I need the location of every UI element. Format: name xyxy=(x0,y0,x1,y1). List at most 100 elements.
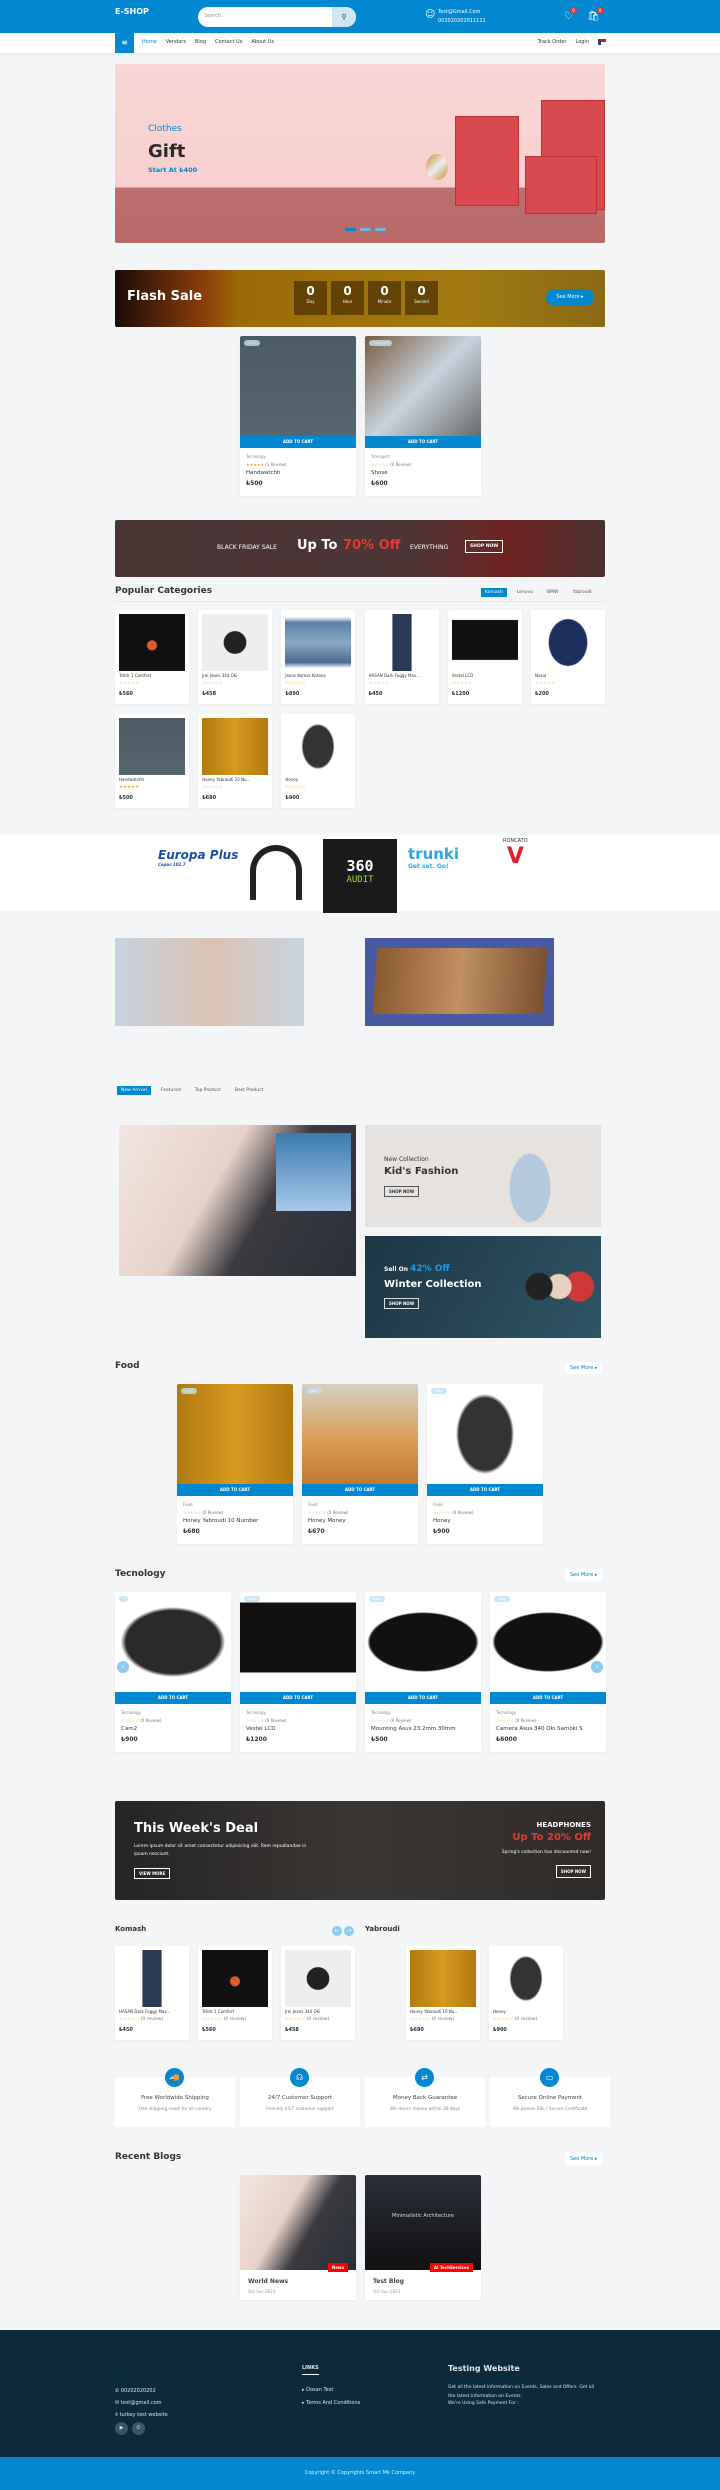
product-name[interactable]: HASAN Dark Foggy Mav... xyxy=(369,673,435,678)
product-name[interactable]: Handwatchh xyxy=(119,777,185,782)
product-card[interactable]: HASAN Dark Foggy Mav... ☆☆☆☆☆ (0 review) ₺… xyxy=(115,1946,189,2040)
tech-see-more[interactable]: See More ▸ xyxy=(565,1569,603,1581)
product-image[interactable] xyxy=(490,1592,606,1692)
footer-email[interactable]: ✉ test@gmail.com xyxy=(115,2397,168,2409)
product-image[interactable] xyxy=(365,336,481,436)
product-name[interactable]: Handwatchh xyxy=(246,470,350,476)
nav-link-blog[interactable]: Blog xyxy=(195,39,206,45)
product-name[interactable]: Nokia xyxy=(535,673,601,678)
brand-logo-360-audit[interactable]: 360 AUDIT xyxy=(323,839,397,913)
product-name[interactable]: Cam2 xyxy=(121,1726,225,1732)
add-to-cart-button[interactable]: ADD TO CART xyxy=(302,1484,418,1496)
blog-card[interactable]: Minimalistic Architecture AI TechServices… xyxy=(365,2175,481,2300)
shop-now-button[interactable]: SHOP NOW xyxy=(384,1298,420,1309)
product-image[interactable] xyxy=(202,614,269,671)
carousel-prev-icon[interactable]: ‹ xyxy=(117,1661,129,1673)
laptop-promo-image[interactable] xyxy=(119,1125,356,1276)
search-input[interactable]: Search... ⚲ xyxy=(198,7,356,27)
product-name[interactable]: HASAN Dark Foggy Mav... xyxy=(119,2009,185,2014)
product-image[interactable] xyxy=(302,1384,418,1484)
product-card[interactable]: New ADD TO CART Tecnology ☆☆☆☆☆ (0 Review) C… xyxy=(490,1592,606,1752)
product-name[interactable]: Honey Yabroudi 10 Number xyxy=(183,1518,287,1524)
shop-now-button[interactable]: SHOP NOW xyxy=(384,1186,420,1197)
product-name[interactable]: Mounting Asus 23.2mm 30mm xyxy=(371,1726,475,1732)
slider-dot[interactable] xyxy=(345,228,356,231)
product-card[interactable]: Sale ADD TO CART Food ☆☆☆☆☆ (0 Review) Honey… xyxy=(177,1384,293,1544)
product-image[interactable] xyxy=(285,718,352,775)
product-name[interactable]: Honey Yabroudi 10 Nu... xyxy=(202,777,268,782)
nav-link-vendors[interactable]: Vendors xyxy=(166,39,186,45)
brand-logo-roncato[interactable]: RONCATO V xyxy=(503,838,528,869)
blog-title[interactable]: Test Blog xyxy=(373,2278,404,2285)
language-flag-icon[interactable] xyxy=(598,39,606,45)
logo[interactable]: E-SHOP xyxy=(115,7,149,16)
blog-title[interactable]: World News xyxy=(248,2278,288,2285)
footer-link[interactable]: ▸ Terms And Conditions xyxy=(302,2397,360,2410)
product-image[interactable] xyxy=(427,1384,543,1484)
add-to-cart-button[interactable]: ADD TO CART xyxy=(240,1692,356,1704)
product-name[interactable]: Jeans Komas Kotano xyxy=(285,673,351,678)
product-image[interactable] xyxy=(535,614,601,671)
product-name[interactable]: Honey xyxy=(433,1518,537,1524)
tab-lenovo[interactable]: Lenovo xyxy=(513,588,537,597)
food-see-more[interactable]: See More ▸ xyxy=(565,1362,603,1374)
slider-dot[interactable] xyxy=(375,228,386,231)
tab-yabroudi[interactable]: Yabroudi xyxy=(568,588,595,597)
track-order-link[interactable]: Track Order xyxy=(538,39,567,45)
add-to-cart-button[interactable]: ADD TO CART xyxy=(115,1692,231,1704)
see-more-button[interactable]: See More ▸ xyxy=(546,289,594,306)
product-image[interactable] xyxy=(177,1384,293,1484)
product-image[interactable] xyxy=(115,1592,231,1692)
brand-logo-headphones[interactable] xyxy=(250,845,302,900)
product-card[interactable]: Featured ADD TO CART Transport ☆☆☆☆☆ (0 Rev… xyxy=(365,336,481,496)
blogs-see-more[interactable]: See More ▸ xyxy=(565,2153,603,2165)
product-image[interactable] xyxy=(451,614,518,671)
nav-link-home[interactable]: Home xyxy=(142,39,157,45)
product-card[interactable]: HASAN Dark Foggy Mav... ☆☆☆☆☆ ₺450 xyxy=(364,610,439,704)
blog-badge[interactable]: News xyxy=(327,2263,348,2272)
add-to-cart-button[interactable]: ADD TO CART xyxy=(177,1484,293,1496)
product-name[interactable]: Tshitr 1 Comfort xyxy=(202,2009,268,2014)
product-image[interactable] xyxy=(410,1950,476,2007)
youtube-icon[interactable]: ▶ xyxy=(115,2422,128,2435)
view-more-button[interactable]: VIEW MORE xyxy=(134,1868,171,1879)
add-to-cart-button[interactable]: ADD TO CART xyxy=(240,436,356,448)
nav-link-contact-us[interactable]: Contact Us xyxy=(215,39,242,45)
search-button[interactable]: ⚲ xyxy=(332,7,356,27)
product-card[interactable]: New ADD TO CART Tecnology ☆☆☆☆☆ (0 Review) V… xyxy=(240,1592,356,1752)
product-image[interactable] xyxy=(119,614,185,671)
product-name[interactable]: Vestel LCD xyxy=(452,673,518,678)
tab-bmw[interactable]: BMW xyxy=(543,588,562,597)
tab-top-product[interactable]: Top Product xyxy=(191,1086,225,1095)
product-card[interactable]: Handwatchh ★★★★★ ₺500 xyxy=(115,714,189,808)
next-arrow-icon[interactable]: → xyxy=(344,1926,354,1936)
add-to-cart-button[interactable]: ADD TO CART xyxy=(365,1692,481,1704)
login-link[interactable]: Login xyxy=(576,39,590,45)
product-card[interactable]: Honey ☆☆☆☆☆ ₺900 xyxy=(281,714,356,808)
tab-new-arrival[interactable]: New Arrival xyxy=(117,1086,151,1095)
blog-image[interactable] xyxy=(240,2175,356,2270)
wishlist-icon[interactable]: ♡ 0 xyxy=(564,7,577,22)
product-name[interactable]: Honey xyxy=(493,2009,559,2014)
product-name[interactable]: Camera Asus 340 Oki Samoki S xyxy=(496,1726,600,1732)
product-image[interactable] xyxy=(285,614,352,671)
prev-arrow-icon[interactable]: ← xyxy=(332,1926,342,1936)
product-image[interactable] xyxy=(240,336,356,436)
product-image[interactable] xyxy=(119,718,185,775)
add-to-cart-button[interactable]: ADD TO CART xyxy=(365,436,481,448)
tab-best-product[interactable]: Best Product xyxy=(231,1086,267,1095)
product-card[interactable]: New ADD TO CART Tecnology ☆☆☆☆☆ (0 Review) M… xyxy=(365,1592,481,1752)
product-image[interactable] xyxy=(285,1950,351,2007)
product-image[interactable] xyxy=(119,1950,185,2007)
blog-image[interactable]: Minimalistic Architecture xyxy=(365,2175,481,2270)
tab-komash[interactable]: Komash xyxy=(481,588,507,597)
brand-logo-europa-plus[interactable]: Europa Plus Сарос 102.7 xyxy=(158,848,238,867)
product-name[interactable]: Honey Money xyxy=(308,1518,412,1524)
black-friday-banner[interactable]: BLACK FRIDAY SALE Up To 70% Off EVERYTHI… xyxy=(115,520,605,577)
product-card[interactable]: New ADD TO CART Food ☆☆☆☆☆ (0 Review) Honey … xyxy=(302,1384,418,1544)
shop-now-button[interactable]: SHOP NOW xyxy=(465,540,504,553)
nav-link-about-us[interactable]: About Us xyxy=(251,39,274,45)
product-card[interactable]: Jeans Komas Kotano ☆☆☆☆☆ ₺890 xyxy=(281,610,356,704)
product-image[interactable] xyxy=(365,1592,481,1692)
blog-card[interactable]: News World News Oct Sun 2023 xyxy=(240,2175,356,2300)
